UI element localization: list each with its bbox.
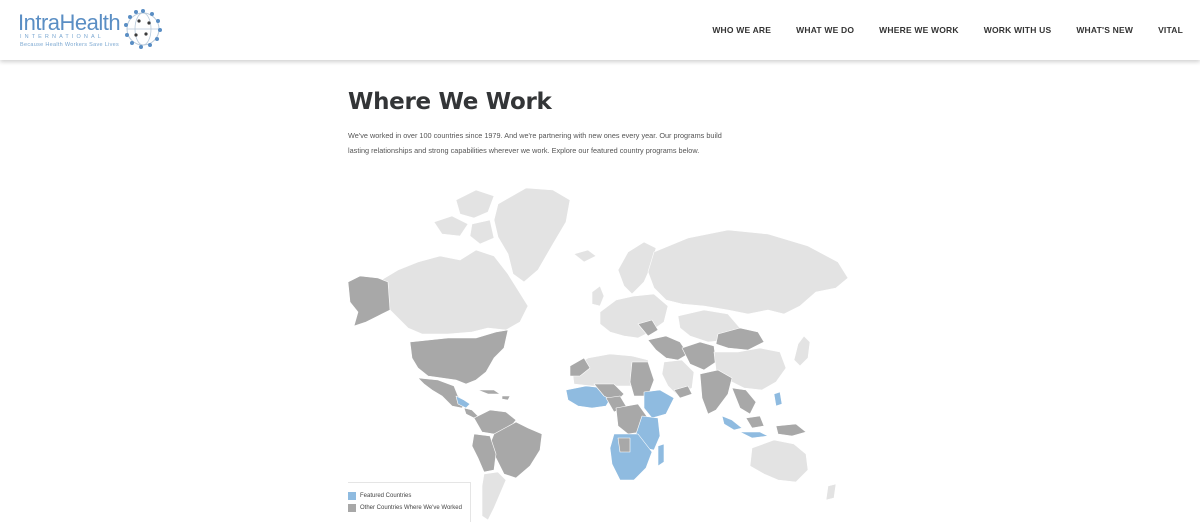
logo-subtitle: INTERNATIONAL bbox=[20, 34, 104, 40]
map-region-papua[interactable] bbox=[775, 423, 807, 437]
map-region-russia[interactable] bbox=[647, 229, 849, 315]
map-region-caribbean[interactable] bbox=[477, 389, 511, 401]
map-region-southeast-asia[interactable] bbox=[731, 387, 757, 415]
legend-other-label: Other Countries Where We've Worked bbox=[360, 505, 462, 511]
legend-featured-label: Featured Countries bbox=[360, 493, 412, 499]
map-region-arctic-islands[interactable] bbox=[433, 189, 495, 245]
nav-work-with-us[interactable]: WORK WITH US bbox=[984, 25, 1052, 35]
map-region-greenland[interactable] bbox=[493, 187, 571, 283]
map-region-philippines[interactable] bbox=[773, 391, 783, 407]
map-region-angola-other[interactable] bbox=[617, 437, 631, 453]
map-region-argentina-chile[interactable] bbox=[481, 471, 507, 521]
map-region-madagascar[interactable] bbox=[657, 443, 665, 467]
intrahealth-logo[interactable]: IntraHealth INTERNATIONAL Because Health… bbox=[18, 8, 168, 52]
map-region-indonesia-other[interactable] bbox=[745, 415, 765, 429]
map-region-europe[interactable] bbox=[599, 293, 669, 339]
logo-tagline: Because Health Workers Save Lives bbox=[20, 42, 120, 48]
map-legend: Featured Countries Other Countries Where… bbox=[348, 482, 471, 522]
map-region-iceland[interactable] bbox=[573, 249, 597, 263]
legend-other: Other Countries Where We've Worked bbox=[348, 504, 462, 512]
main-nav: WHO WE ARE WHAT WE DO WHERE WE WORK WORK… bbox=[687, 0, 1183, 60]
nav-whats-new[interactable]: WHAT'S NEW bbox=[1076, 25, 1133, 35]
map-region-alaska[interactable] bbox=[347, 275, 391, 327]
map-region-horn-of-africa[interactable] bbox=[643, 389, 675, 419]
map-region-india[interactable] bbox=[699, 369, 733, 415]
world-map[interactable] bbox=[347, 182, 858, 527]
nav-where-we-work[interactable]: WHERE WE WORK bbox=[879, 25, 959, 35]
nav-what-we-do[interactable]: WHAT WE DO bbox=[796, 25, 854, 35]
nav-who-we-are[interactable]: WHO WE ARE bbox=[712, 25, 771, 35]
intro-text: We've worked in over 100 countries since… bbox=[348, 131, 722, 155]
legend-featured: Featured Countries bbox=[348, 492, 411, 500]
map-region-japan[interactable] bbox=[793, 335, 811, 367]
map-region-uk[interactable] bbox=[591, 285, 605, 307]
map-region-central-america[interactable] bbox=[463, 407, 479, 419]
site-header: IntraHealth INTERNATIONAL Because Health… bbox=[0, 0, 1200, 60]
map-region-australia[interactable] bbox=[749, 439, 809, 483]
map-region-usa[interactable] bbox=[409, 329, 509, 385]
nav-vital[interactable]: VITAL bbox=[1158, 25, 1183, 35]
map-region-new-zealand[interactable] bbox=[825, 483, 837, 501]
page-title: Where We Work bbox=[348, 89, 552, 115]
featured-swatch bbox=[348, 492, 356, 500]
globe-logo-icon bbox=[124, 9, 162, 49]
logo-wordmark: IntraHealth bbox=[18, 10, 121, 35]
world-map-svg[interactable] bbox=[347, 182, 858, 527]
map-region-canada[interactable] bbox=[377, 249, 529, 335]
other-swatch bbox=[348, 504, 356, 512]
